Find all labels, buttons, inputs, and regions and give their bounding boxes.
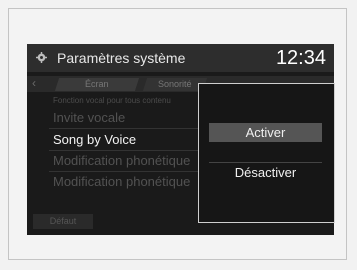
list-item-song-by-voice[interactable]: Song by Voice xyxy=(53,132,136,147)
divider xyxy=(49,150,209,151)
list-item-phonetic-modification[interactable]: Modification phonétique xyxy=(53,153,190,168)
list-item-phonetic-modification-2[interactable]: Modification phonétique xyxy=(53,174,190,189)
tab-screen[interactable]: Écran xyxy=(54,78,140,91)
page-title: Paramètres système xyxy=(57,50,186,66)
divider xyxy=(49,171,209,172)
deactivate-button[interactable]: Désactiver xyxy=(209,162,322,182)
list-item-voice-prompt[interactable]: Invite vocale xyxy=(53,110,125,125)
option-popup: Activer Désactiver xyxy=(198,83,335,223)
default-button[interactable]: Défaut xyxy=(33,214,93,229)
activate-button[interactable]: Activer xyxy=(209,123,322,142)
tab-sound-label: Sonorité xyxy=(158,79,192,89)
title-bar: Paramètres système 12:34 xyxy=(27,44,334,72)
clock: 12:34 xyxy=(275,47,326,69)
tab-screen-label: Écran xyxy=(85,79,109,89)
back-chevron-icon[interactable]: ‹ xyxy=(32,76,36,90)
divider xyxy=(49,128,209,129)
list-subtitle: Fonction vocal pour tous contenu xyxy=(53,96,171,105)
gear-icon xyxy=(36,52,47,63)
